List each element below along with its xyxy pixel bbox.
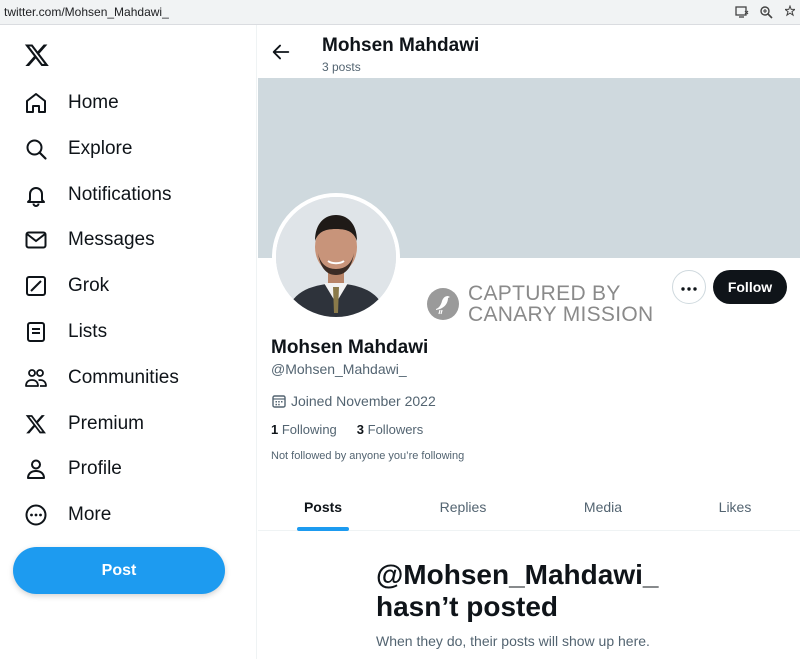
person-icon	[24, 457, 48, 481]
watermark-line-1: CAPTURED BY	[468, 282, 621, 305]
following-link[interactable]: 1 Following	[271, 422, 337, 437]
browser-actions	[734, 4, 798, 20]
empty-title-line-1: @Mohsen_Mahdawi_	[376, 559, 659, 590]
address-bar[interactable]: twitter.com/Mohsen_Mahdawi_	[4, 5, 169, 19]
following-label: Following	[281, 422, 337, 437]
profile-main: Mohsen Mahdawi 3 posts CAPTURED BY CANAR…	[258, 25, 800, 659]
followers-link[interactable]: 3 Followers	[357, 422, 423, 437]
profile-tabs: Posts Replies Media Likes	[258, 482, 800, 531]
sidebar-item-explore[interactable]: Explore	[14, 127, 142, 171]
grok-icon	[24, 274, 48, 298]
sidebar-item-profile[interactable]: Profile	[14, 447, 132, 491]
post-button[interactable]: Post	[13, 547, 225, 594]
following-count: 1	[271, 422, 279, 437]
profile-handle: @Mohsen_Mahdawi_	[271, 361, 407, 377]
empty-state-title: @Mohsen_Mahdawi_ hasn’t posted	[376, 559, 706, 623]
sidebar-item-label: Profile	[68, 458, 122, 479]
sidebar-item-communities[interactable]: Communities	[14, 356, 189, 400]
bell-icon	[24, 183, 48, 207]
tab-label: Posts	[303, 498, 343, 515]
sidebar-item-label: Messages	[68, 229, 155, 250]
search-icon	[24, 137, 48, 161]
sidebar-item-lists[interactable]: Lists	[14, 310, 117, 354]
list-icon	[24, 320, 48, 344]
canary-bird-logo-icon	[426, 287, 460, 321]
sidebar-item-label: Notifications	[68, 184, 172, 205]
x-logo-icon	[24, 412, 48, 436]
install-app-icon[interactable]	[734, 4, 750, 20]
calendar-icon	[271, 393, 287, 409]
sidebar-item-label: Lists	[68, 321, 108, 342]
followers-label: Followers	[367, 422, 424, 437]
profile-header-bar: Mohsen Mahdawi 3 posts	[258, 25, 800, 78]
sidebar-item-label: Explore	[68, 138, 133, 159]
sidebar-item-label: Communities	[68, 367, 179, 388]
header-post-count: 3 posts	[322, 60, 361, 74]
tab-likes[interactable]: Likes	[690, 482, 780, 531]
active-tab-indicator	[297, 527, 349, 531]
zoom-icon[interactable]	[758, 4, 774, 20]
sidebar-item-label: More	[68, 504, 112, 525]
empty-title-line-2: hasn’t posted	[376, 591, 559, 622]
tab-label: Media	[583, 498, 623, 515]
tab-media[interactable]: Media	[558, 482, 648, 531]
sidebar-item-label: Premium	[68, 413, 145, 434]
mutual-followers-note: Not followed by anyone you’re following	[271, 450, 465, 462]
follow-stats: 1 Following 3 Followers	[271, 422, 423, 437]
sidebar-item-label: Grok	[68, 275, 110, 296]
communities-icon	[24, 366, 48, 390]
sidebar-item-home[interactable]: Home	[14, 81, 129, 125]
follow-button[interactable]: Follow	[713, 270, 787, 304]
sidebar-item-label: Home	[68, 92, 119, 113]
sidebar-item-messages[interactable]: Messages	[14, 218, 165, 262]
more-circle-icon	[24, 503, 48, 527]
canary-mission-watermark: CAPTURED BY CANARY MISSION	[426, 283, 653, 325]
joined-date-text: Joined November 2022	[291, 393, 436, 409]
header-profile-name: Mohsen Mahdawi	[322, 35, 480, 56]
envelope-icon	[24, 228, 48, 252]
tab-label: Likes	[718, 498, 752, 515]
x-logo-icon[interactable]	[24, 42, 50, 68]
home-icon	[24, 91, 48, 115]
avatar[interactable]	[272, 193, 400, 321]
profile-name: Mohsen Mahdawi	[271, 337, 429, 358]
followers-count: 3	[356, 422, 365, 437]
tab-replies[interactable]: Replies	[418, 482, 508, 531]
watermark-text: CAPTURED BY CANARY MISSION	[468, 283, 653, 325]
sidebar-item-more[interactable]: More	[14, 493, 121, 537]
browser-url-bar: twitter.com/Mohsen_Mahdawi_	[0, 0, 800, 25]
tab-posts[interactable]: Posts	[278, 482, 368, 531]
back-arrow-icon[interactable]	[270, 41, 292, 63]
sidebar-item-premium[interactable]: Premium	[14, 402, 154, 446]
empty-state-subtitle: When they do, their posts will show up h…	[376, 633, 650, 649]
ellipsis-icon	[681, 278, 697, 296]
more-options-button[interactable]	[672, 270, 706, 304]
left-sidebar: Home Explore Notifications Messages Grok…	[0, 25, 257, 659]
joined-date: Joined November 2022	[271, 393, 436, 409]
sidebar-item-grok[interactable]: Grok	[14, 264, 119, 308]
watermark-line-2: CANARY MISSION	[468, 303, 654, 326]
bookmark-star-icon[interactable]	[782, 4, 798, 20]
sidebar-item-notifications[interactable]: Notifications	[14, 173, 182, 217]
tab-label: Replies	[439, 498, 487, 515]
